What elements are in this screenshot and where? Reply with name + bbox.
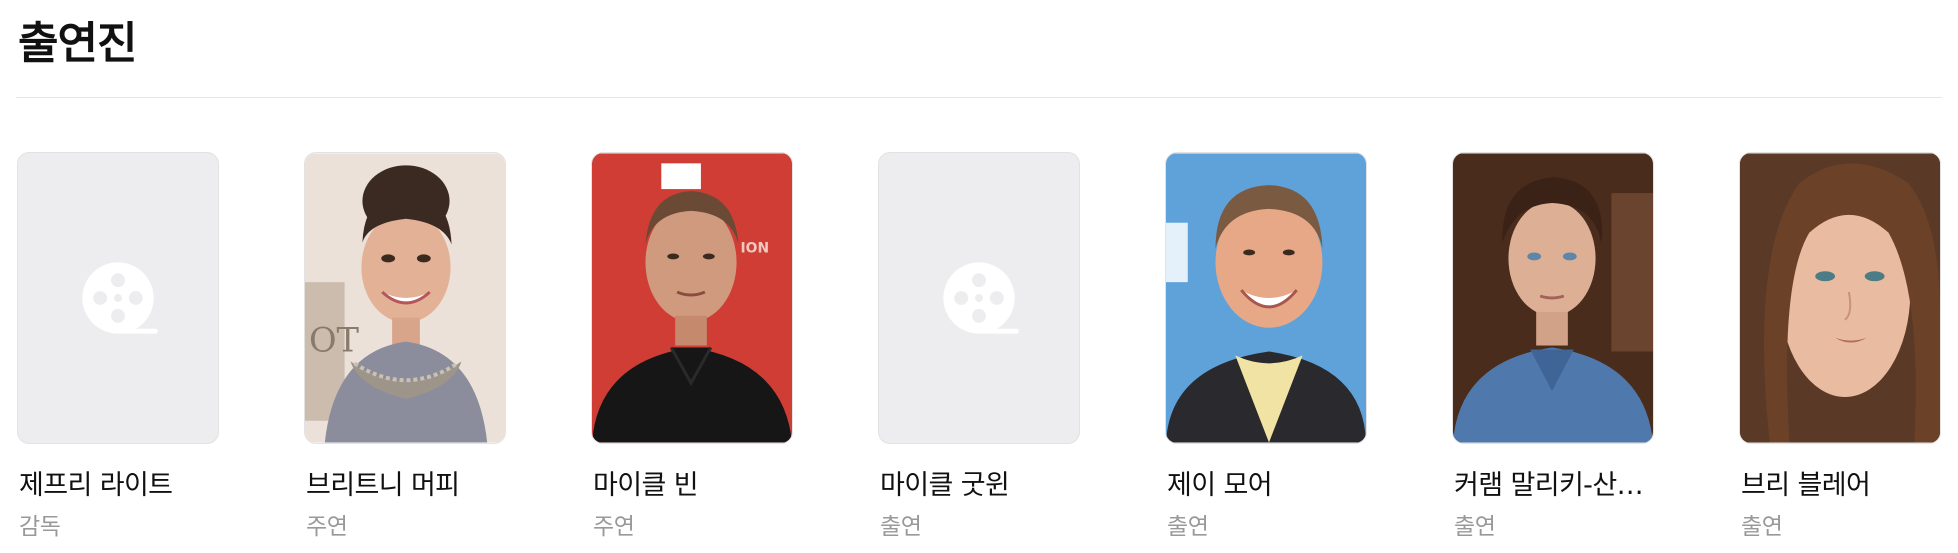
portrait-image	[1166, 153, 1366, 443]
cast-role: 출연	[1167, 514, 1209, 540]
cast-card-6[interactable]: 커램 말리키-산… 출연	[1452, 152, 1656, 552]
cast-role: 출연	[1741, 514, 1783, 540]
cast-photo[interactable]: OT	[304, 152, 506, 444]
cast-photo[interactable]	[1739, 152, 1941, 444]
cast-photo-placeholder[interactable]	[878, 152, 1080, 444]
cast-photo[interactable]	[1165, 152, 1367, 444]
cast-card-1[interactable]: 제프리 라이트 감독	[17, 152, 221, 552]
cast-name[interactable]: 커램 말리키-산…	[1454, 467, 1656, 505]
cast-name[interactable]: 마이클 굿윈	[880, 467, 1082, 505]
cast-role: 감독	[19, 514, 61, 540]
svg-text:ION: ION	[741, 240, 770, 256]
cast-card-4[interactable]: 마이클 굿윈 출연	[878, 152, 1082, 552]
cast-card-5[interactable]: 제이 모어 출연	[1165, 152, 1369, 552]
svg-text:OT: OT	[309, 320, 360, 359]
portrait-image	[1740, 153, 1940, 443]
cast-name[interactable]: 브리 블레어	[1741, 467, 1943, 505]
cast-card-3[interactable]: ION 마이클 빈 주연	[591, 152, 795, 552]
cast-photo-placeholder[interactable]	[17, 152, 219, 444]
cast-photo[interactable]: ION	[591, 152, 793, 444]
film-reel-icon	[82, 262, 158, 334]
cast-role: 출연	[1454, 514, 1496, 540]
cast-role: 주연	[593, 514, 635, 540]
cast-name[interactable]: 마이클 빈	[593, 467, 795, 505]
portrait-image	[1453, 153, 1653, 443]
cast-card-2[interactable]: OT 브리트니 머피 주연	[304, 152, 508, 552]
cast-list: 제프리 라이트 감독 OT 브리트니 머피 주연 ION 마이클 빈 주연 마이…	[0, 0, 1958, 553]
cast-role: 출연	[880, 514, 922, 540]
cast-name[interactable]: 브리트니 머피	[306, 467, 508, 505]
cast-name[interactable]: 제프리 라이트	[19, 467, 221, 505]
portrait-image: ION	[592, 153, 792, 443]
portrait-image: OT	[305, 153, 505, 443]
cast-card-7[interactable]: 브리 블레어 출연	[1739, 152, 1943, 552]
cast-name[interactable]: 제이 모어	[1167, 467, 1369, 505]
cast-role: 주연	[306, 514, 348, 540]
film-reel-icon	[943, 262, 1019, 334]
cast-photo[interactable]	[1452, 152, 1654, 444]
